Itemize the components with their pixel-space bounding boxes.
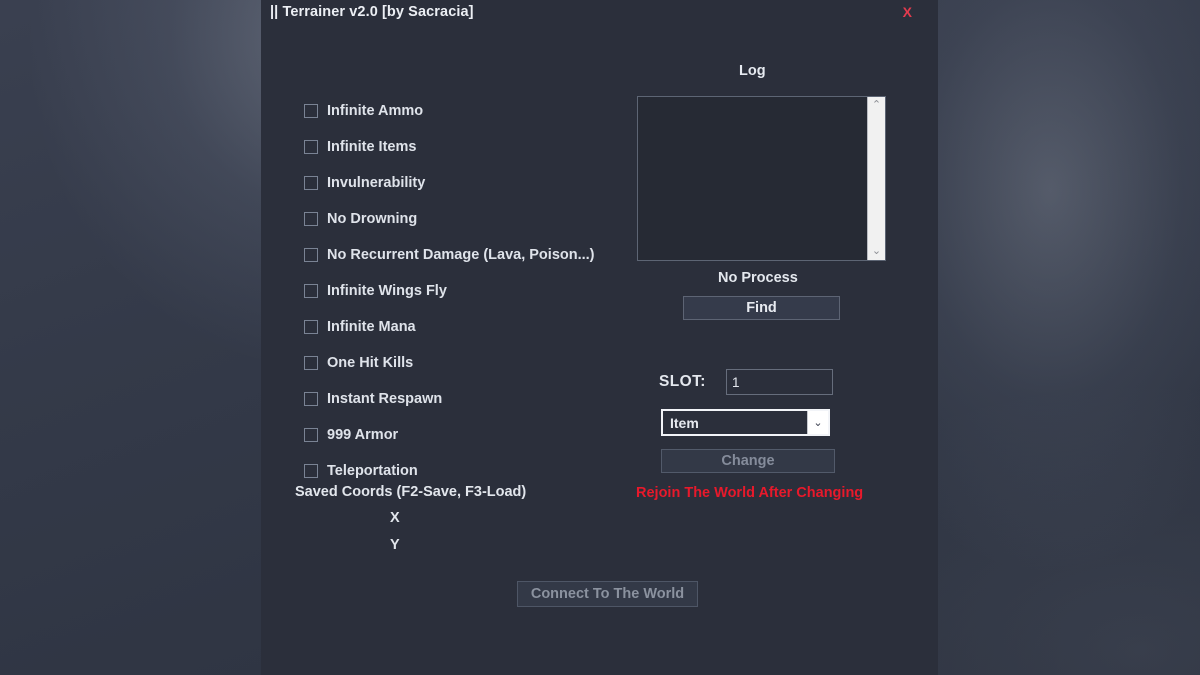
chevron-down-icon[interactable]: ⌄ bbox=[807, 411, 828, 434]
option-label: 999 Armor bbox=[327, 427, 399, 443]
option-infinite-ammo[interactable]: Infinite Ammo bbox=[304, 100, 654, 122]
change-button[interactable]: Change bbox=[661, 449, 835, 473]
log-title: Log bbox=[739, 63, 766, 79]
option-label: Infinite Wings Fly bbox=[327, 283, 447, 299]
scroll-up-icon[interactable]: ⌃ bbox=[868, 97, 885, 114]
option-label: Infinite Ammo bbox=[327, 103, 424, 119]
option-infinite-wings-fly[interactable]: Infinite Wings Fly bbox=[304, 280, 654, 302]
option-invulnerability[interactable]: Invulnerability bbox=[304, 172, 654, 194]
mode-select[interactable]: Item ⌄ bbox=[661, 409, 830, 436]
option-infinite-mana[interactable]: Infinite Mana bbox=[304, 316, 654, 338]
option-instant-respawn[interactable]: Instant Respawn bbox=[304, 388, 654, 410]
rejoin-warning-text: Rejoin The World After Changing bbox=[636, 485, 864, 501]
option-one-hit-kills[interactable]: One Hit Kills bbox=[304, 352, 654, 374]
checkbox-icon[interactable] bbox=[304, 428, 318, 442]
saved-coords-title: Saved Coords (F2-Save, F3-Load) bbox=[295, 484, 527, 500]
option-teleportation[interactable]: Teleportation bbox=[304, 460, 654, 482]
option-label: One Hit Kills bbox=[327, 355, 414, 371]
slot-input[interactable] bbox=[726, 369, 833, 395]
checkbox-icon[interactable] bbox=[304, 176, 318, 190]
log-box: ⌃ ⌄ bbox=[637, 96, 886, 261]
scroll-down-icon[interactable]: ⌄ bbox=[868, 243, 885, 260]
option-label: Instant Respawn bbox=[327, 391, 443, 407]
option-no-recurrent-damage[interactable]: No Recurrent Damage (Lava, Poison...) bbox=[304, 244, 654, 266]
checkbox-icon[interactable] bbox=[304, 356, 318, 370]
checkbox-icon[interactable] bbox=[304, 392, 318, 406]
find-process-button[interactable]: Find bbox=[683, 296, 840, 320]
option-label: Invulnerability bbox=[327, 175, 426, 191]
log-scrollbar[interactable]: ⌃ ⌄ bbox=[867, 97, 885, 260]
close-icon[interactable]: X bbox=[903, 4, 912, 20]
checkbox-icon[interactable] bbox=[304, 320, 318, 334]
log-text-area[interactable] bbox=[638, 97, 867, 260]
checkbox-icon[interactable] bbox=[304, 284, 318, 298]
option-label: Teleportation bbox=[327, 463, 418, 479]
checkbox-icon[interactable] bbox=[304, 248, 318, 262]
title-bar: || Terrainer v2.0 [by Sacracia] X bbox=[261, 0, 938, 30]
trainer-window: || Terrainer v2.0 [by Sacracia] X Infini… bbox=[261, 0, 938, 675]
checkbox-icon[interactable] bbox=[304, 140, 318, 154]
checkbox-icon[interactable] bbox=[304, 104, 318, 118]
window-title: || Terrainer v2.0 [by Sacracia] bbox=[270, 4, 474, 20]
option-label: Infinite Items bbox=[327, 139, 417, 155]
option-999-armor[interactable]: 999 Armor bbox=[304, 424, 654, 446]
slot-label: SLOT: bbox=[659, 373, 706, 390]
coord-x-label: X bbox=[390, 510, 400, 526]
option-label: No Drowning bbox=[327, 211, 418, 227]
option-no-drowning[interactable]: No Drowning bbox=[304, 208, 654, 230]
checkbox-icon[interactable] bbox=[304, 464, 318, 478]
cheat-options-list: Infinite Ammo Infinite Items Invulnerabi… bbox=[304, 100, 654, 496]
option-label: No Recurrent Damage (Lava, Poison...) bbox=[327, 247, 595, 263]
option-infinite-items[interactable]: Infinite Items bbox=[304, 136, 654, 158]
connect-to-world-button[interactable]: Connect To The World bbox=[517, 581, 698, 607]
coord-y-label: Y bbox=[390, 537, 400, 553]
checkbox-icon[interactable] bbox=[304, 212, 318, 226]
mode-select-value: Item bbox=[670, 414, 699, 431]
process-status: No Process bbox=[718, 270, 798, 286]
option-label: Infinite Mana bbox=[327, 319, 416, 335]
